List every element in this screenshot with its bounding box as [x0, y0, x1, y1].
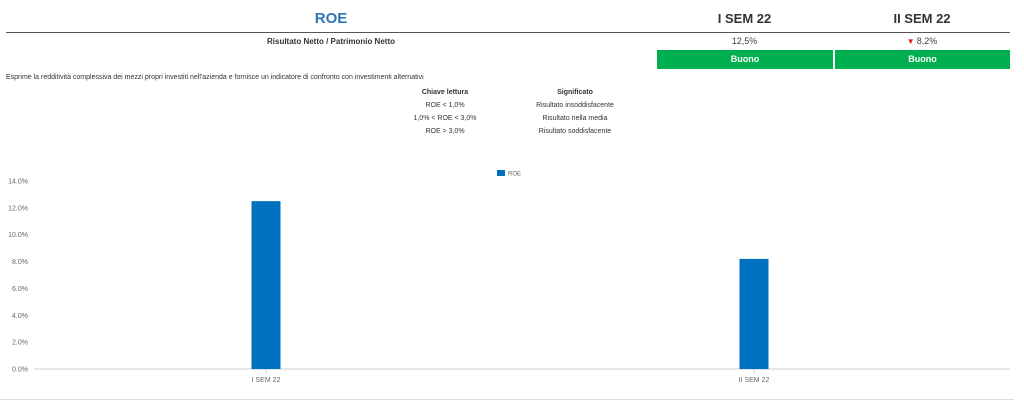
- reading-key-col1-header: Chiave lettura: [421, 89, 469, 96]
- legend-label: ROE: [508, 172, 521, 178]
- bar: [251, 201, 281, 369]
- reading-key-col2-header: Significato: [557, 89, 593, 96]
- y-tick-label: 8.0%: [12, 259, 28, 266]
- period-value-1: 12,5%: [656, 36, 833, 46]
- roe-bar-chart: ROE 0.0% 2.0% 4.0% 6.0% 8.0% 10.0% 12.0% 14.0% I …: [8, 170, 1010, 384]
- kpi-description: Esprime la redditività complessiva dei m…: [6, 74, 424, 81]
- reading-key-header: Chiave lettura Significato: [380, 86, 660, 99]
- y-tick-label: 14.0%: [8, 179, 28, 186]
- rating-badge-1: Buono: [657, 50, 833, 69]
- y-tick-label: 10.0%: [8, 232, 28, 239]
- period-value-1-text: 12,5%: [731, 36, 758, 46]
- y-tick-label: 2.0%: [12, 340, 28, 347]
- y-tick-label: 6.0%: [12, 286, 28, 293]
- kpi-formula: Risultato Netto / Patrimonio Netto: [267, 37, 395, 46]
- kpi-title: ROE: [314, 10, 348, 27]
- reading-key-meaning: Risultato nella media: [542, 115, 608, 122]
- legend-swatch: [497, 170, 505, 176]
- bottom-divider: [0, 399, 1014, 400]
- period-value-2: ▼ 8,2%: [834, 36, 1010, 46]
- reading-key-row: ROE > 3,0% Risultato soddisfacente: [380, 125, 660, 138]
- y-tick-label: 12.0%: [8, 205, 28, 212]
- kpi-header: ROE I SEM 22 II SEM 22: [6, 0, 1010, 33]
- reading-key-threshold: 1,0% < ROE < 3,0%: [413, 115, 477, 122]
- rating-badge-2: Buono: [835, 50, 1010, 69]
- x-tick-label: II SEM 22: [739, 377, 770, 384]
- bar: [739, 258, 769, 369]
- period-header-1: I SEM 22: [717, 11, 772, 26]
- reading-key-row: ROE < 1,0% Risultato insoddisfacente: [380, 99, 660, 112]
- y-tick-label: 4.0%: [12, 313, 28, 320]
- reading-key-table: Chiave lettura Significato ROE < 1,0% Ri…: [380, 86, 660, 138]
- reading-key-meaning: Risultato soddisfacente: [538, 128, 612, 135]
- reading-key-threshold: ROE > 3,0%: [425, 128, 465, 135]
- period-header-2: II SEM 22: [893, 11, 951, 26]
- reading-key-threshold: ROE < 1,0%: [425, 102, 465, 109]
- period-value-2-text: 8,2%: [916, 36, 938, 46]
- reading-key-meaning: Risultato insoddisfacente: [536, 102, 614, 109]
- reading-key-row: 1,0% < ROE < 3,0% Risultato nella media: [380, 112, 660, 125]
- y-tick-label: 0.0%: [12, 367, 28, 374]
- x-tick-label: I SEM 22: [252, 377, 281, 384]
- trend-down-icon: ▼: [906, 37, 915, 46]
